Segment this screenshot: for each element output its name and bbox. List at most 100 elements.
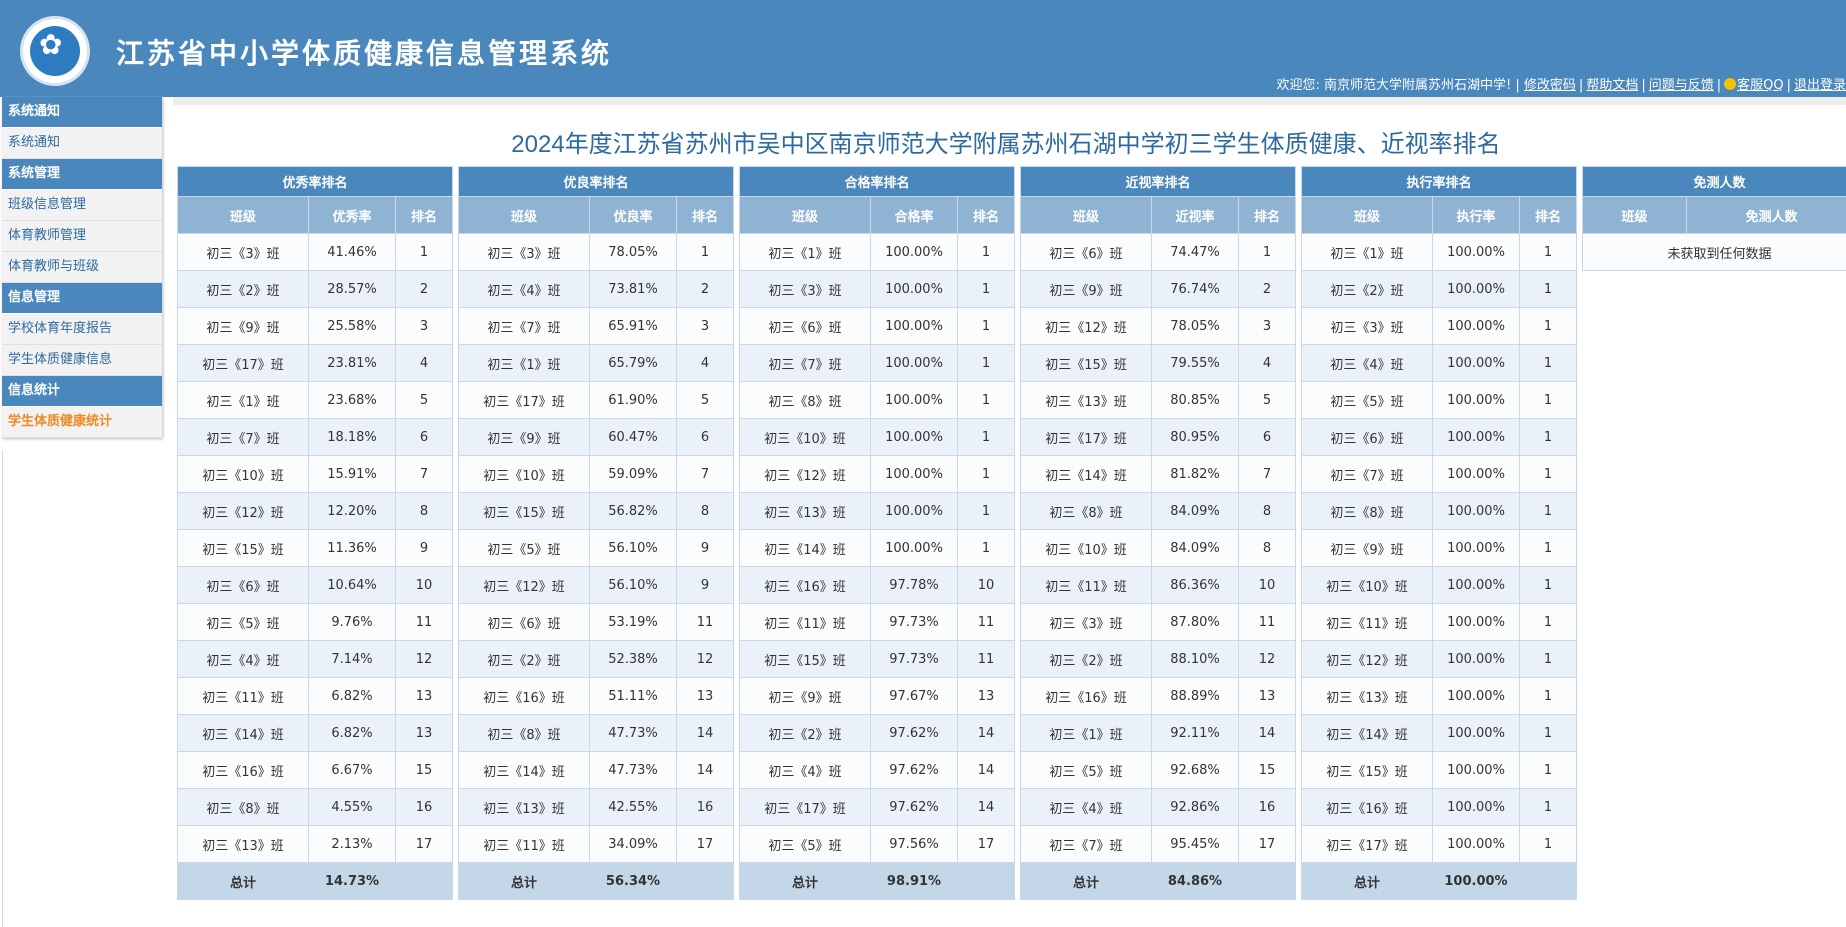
table-cell: 56.10%: [589, 529, 677, 567]
table-cell: 初三《12》班: [739, 455, 871, 493]
table-row: 初三《6》班 10.64% 10: [177, 566, 454, 604]
table-row: 初三《4》班 73.81% 2: [458, 270, 735, 308]
table-cell: 5: [394, 381, 454, 419]
table-cell: 15: [394, 751, 454, 789]
column-header: 班级: [1582, 196, 1687, 234]
table-row: 初三《3》班 100.00% 1: [739, 270, 1016, 308]
table-title: 合格率排名: [738, 166, 1016, 197]
sidebar-item[interactable]: 学校体育年度报告: [2, 314, 162, 345]
table-cell: 初三《7》班: [739, 344, 871, 382]
table-cell: 初三《2》班: [1020, 640, 1152, 678]
table-row: 初三《3》班 100.00% 1: [1301, 307, 1578, 345]
table-cell: 初三《13》班: [177, 825, 309, 863]
table-cell: 1: [1518, 640, 1578, 678]
table-cell: 8: [394, 492, 454, 530]
table-row: 初三《12》班 56.10% 9: [458, 566, 735, 604]
table-cell: 1: [956, 492, 1016, 530]
sidebar-item[interactable]: 系统通知: [2, 128, 162, 159]
table-cell: 11: [1237, 603, 1297, 641]
table-row: 初三《15》班 97.73% 11: [739, 640, 1016, 678]
support-qq-link[interactable]: 客服QQ: [1737, 78, 1783, 93]
table-cell: 42.55%: [589, 788, 677, 826]
table-cell: 17: [394, 825, 454, 863]
table-cell: 1: [1518, 714, 1578, 752]
change-password-link[interactable]: 修改密码: [1524, 78, 1576, 93]
header-bar: ✿ 江苏省中小学体质健康信息管理系统 欢迎您: 南京师范大学附属苏州石湖中学! …: [0, 0, 1846, 97]
table-cell: 初三《4》班: [1020, 788, 1152, 826]
table-cell: 14: [675, 714, 735, 752]
table-cell: 80.85%: [1151, 381, 1239, 419]
table-cell: 初三《6》班: [177, 566, 309, 604]
total-cell: 14.73%: [308, 862, 396, 900]
sidebar-item[interactable]: 班级信息管理: [2, 190, 162, 221]
column-header: 执行率: [1432, 196, 1520, 234]
total-cell: [675, 862, 735, 900]
table-cell: 41.46%: [308, 233, 396, 271]
table-row: 初三《13》班 100.00% 1: [1301, 677, 1578, 715]
table-cell: 10.64%: [308, 566, 396, 604]
table-cell: 初三《16》班: [177, 751, 309, 789]
table-cell: 初三《11》班: [739, 603, 871, 641]
sidebar-group[interactable]: 系统通知: [2, 97, 162, 128]
total-cell: 总计: [1020, 862, 1152, 900]
table-cell: 初三《6》班: [1020, 233, 1152, 271]
table-cell: 100.00%: [1432, 418, 1520, 456]
sidebar-item[interactable]: 学生体质健康统计: [2, 407, 162, 438]
table-cell: 17: [956, 825, 1016, 863]
table-row: 初三《14》班 6.82% 13: [177, 714, 454, 752]
table-cell: 初三《1》班: [1020, 714, 1152, 752]
sidebar-group[interactable]: 信息管理: [2, 283, 162, 314]
table-cell: 52.38%: [589, 640, 677, 678]
table-cell: 73.81%: [589, 270, 677, 308]
help-docs-link[interactable]: 帮助文档: [1586, 78, 1638, 93]
column-header: 班级: [1301, 196, 1433, 234]
table-cell: 1: [956, 418, 1016, 456]
table-cell: 78.05%: [589, 233, 677, 271]
logout-link[interactable]: 退出登录: [1794, 78, 1846, 93]
table-cell: 6.82%: [308, 677, 396, 715]
table-cell: 初三《1》班: [1301, 233, 1433, 271]
content-top-strip: [173, 97, 1846, 105]
table-row: 初三《9》班 97.67% 13: [739, 677, 1016, 715]
table-row: 初三《6》班 100.00% 1: [1301, 418, 1578, 456]
welcome-text: 欢迎您: 南京师范大学附属苏州石湖中学! |: [1276, 78, 1520, 93]
table-cell: 初三《3》班: [177, 233, 309, 271]
feedback-link[interactable]: 问题与反馈: [1649, 78, 1714, 93]
sidebar-item[interactable]: 体育教师与班级: [2, 252, 162, 283]
column-header: 班级: [458, 196, 590, 234]
table-cell: 100.00%: [870, 529, 958, 567]
table-row: 初三《14》班 100.00% 1: [739, 529, 1016, 567]
table-cell: 100.00%: [870, 307, 958, 345]
table-row: 初三《1》班 23.68% 5: [177, 381, 454, 419]
table-cell: 97.78%: [870, 566, 958, 604]
column-header: 班级: [177, 196, 309, 234]
sidebar-group[interactable]: 信息统计: [2, 376, 162, 407]
sidebar-group[interactable]: 系统管理: [2, 159, 162, 190]
sidebar-item[interactable]: 学生体质健康信息: [2, 345, 162, 376]
table-cell: 初三《17》班: [1301, 825, 1433, 863]
table-cell: 初三《12》班: [1301, 640, 1433, 678]
table-cell: 4: [675, 344, 735, 382]
table-row: 初三《2》班 100.00% 1: [1301, 270, 1578, 308]
table-row: 初三《6》班 74.47% 1: [1020, 233, 1297, 271]
table-row: 初三《9》班 25.58% 3: [177, 307, 454, 345]
table-cell: 初三《14》班: [1301, 714, 1433, 752]
table-cell: 56.82%: [589, 492, 677, 530]
table-cell: 初三《13》班: [1301, 677, 1433, 715]
table-cell: 1: [956, 344, 1016, 382]
table-row: 初三《1》班 65.79% 4: [458, 344, 735, 382]
table-cell: 1: [1518, 603, 1578, 641]
table-cell: 初三《2》班: [177, 270, 309, 308]
table-cell: 100.00%: [1432, 492, 1520, 530]
table-cell: 初三《6》班: [458, 603, 590, 641]
table-row: 初三《3》班 87.80% 11: [1020, 603, 1297, 641]
table-cell: 25.58%: [308, 307, 396, 345]
table-cell: 4: [1237, 344, 1297, 382]
table-row: 初三《2》班 88.10% 12: [1020, 640, 1297, 678]
table-cell: 初三《14》班: [739, 529, 871, 567]
table-cell: 5: [1237, 381, 1297, 419]
table-cell: 初三《17》班: [458, 381, 590, 419]
table-row: 初三《15》班 56.82% 8: [458, 492, 735, 530]
sidebar-item[interactable]: 体育教师管理: [2, 221, 162, 252]
table-cell: 初三《5》班: [1301, 381, 1433, 419]
